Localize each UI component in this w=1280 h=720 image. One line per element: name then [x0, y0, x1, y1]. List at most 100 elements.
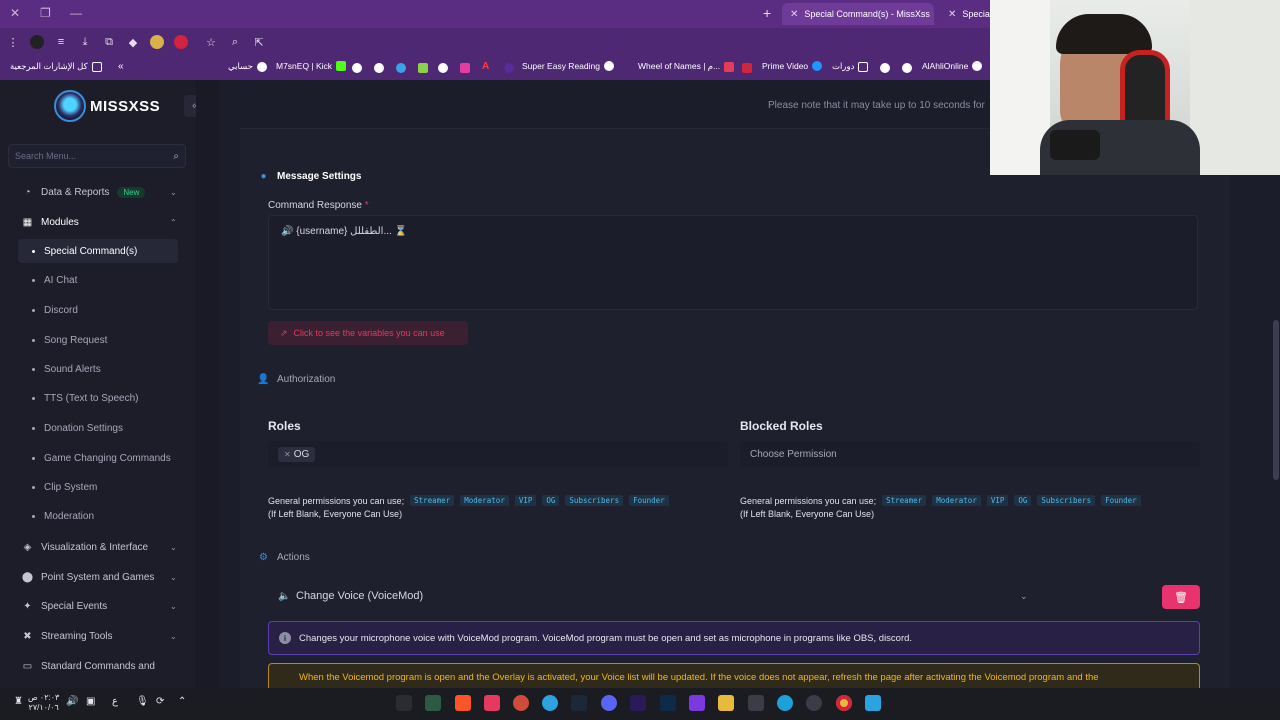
- perm-tag-subscribers[interactable]: Subscribers: [1037, 495, 1096, 506]
- sidebar-item-special-events[interactable]: ✦ Special Events ⌄: [0, 594, 196, 618]
- bookmark-account[interactable]: حسابي: [228, 61, 267, 72]
- bookmark-kick[interactable]: M7snEQ | Kick: [276, 61, 347, 71]
- sidebar-subitem-tts[interactable]: TTS (Text to Speech): [18, 386, 178, 410]
- download-arrow-icon[interactable]: [418, 63, 428, 73]
- taskbar-store-icon[interactable]: [748, 695, 764, 711]
- perm-tag-moderator[interactable]: Moderator: [460, 495, 509, 506]
- share-icon[interactable]: ⇱: [252, 35, 266, 49]
- globe-icon[interactable]: [880, 63, 890, 73]
- sync-icon[interactable]: ⟳: [156, 696, 164, 707]
- delete-action-button[interactable]: 🗑: [1162, 585, 1200, 609]
- blocked-roles-select[interactable]: Choose Permission: [740, 441, 1200, 467]
- taskbar-discord-icon[interactable]: [601, 695, 617, 711]
- taskbar-app-icon[interactable]: [806, 695, 822, 711]
- bookmark-courses[interactable]: دورات: [832, 61, 869, 72]
- sidebar-subitem-discord[interactable]: Discord: [18, 298, 178, 322]
- chevron-down-icon[interactable]: ⌄: [1020, 591, 1028, 602]
- download-icon[interactable]: ⤓: [78, 35, 92, 49]
- video-icon[interactable]: [742, 63, 752, 73]
- minimize-window-icon[interactable]: —: [70, 6, 82, 20]
- sidebar-subitem-moderation[interactable]: Moderation: [18, 504, 178, 528]
- taskbar-edge-icon[interactable]: [777, 695, 793, 711]
- taskbar-excel-icon[interactable]: [425, 695, 441, 711]
- image-icon[interactable]: [460, 63, 470, 73]
- perm-tag-founder[interactable]: Founder: [1101, 495, 1141, 506]
- menu-dots-icon[interactable]: ⋮: [6, 35, 20, 49]
- remove-chip-icon[interactable]: ✕: [284, 450, 291, 459]
- volume-icon[interactable]: 🔊: [66, 696, 78, 707]
- perm-tag-subscribers[interactable]: Subscribers: [565, 495, 624, 506]
- perm-tag-vip[interactable]: VIP: [514, 495, 537, 506]
- input-language[interactable]: ع: [112, 696, 118, 707]
- taskbar-telegram-icon[interactable]: [542, 695, 558, 711]
- network-icon[interactable]: ♜: [14, 696, 23, 707]
- extension-icon[interactable]: [174, 35, 188, 49]
- tab-special-commands[interactable]: ✕ Special Command(s) - MissXss: [782, 3, 934, 25]
- taskbar-app-icon[interactable]: [513, 695, 529, 711]
- search-input[interactable]: [15, 151, 174, 161]
- bookmark-alahli[interactable]: AlAhliOnline: [922, 61, 983, 71]
- role-chip-og[interactable]: ✕ OG: [278, 446, 316, 462]
- perm-tag-streamer[interactable]: Streamer: [410, 495, 455, 506]
- taskbar-brave-icon[interactable]: [455, 695, 471, 711]
- globe-icon[interactable]: [902, 63, 912, 73]
- perm-tag-og[interactable]: OG: [1014, 495, 1032, 506]
- letter-a-icon[interactable]: A: [482, 61, 489, 72]
- taskbar-windows-icon[interactable]: [865, 695, 881, 711]
- sidebar-item-point-system[interactable]: ⬤ Point System and Games ⌄: [0, 565, 196, 589]
- reading-list-icon[interactable]: ≡: [54, 35, 68, 49]
- perm-tag-moderator[interactable]: Moderator: [932, 495, 981, 506]
- sidebar-subitem-clip-system[interactable]: Clip System: [18, 475, 178, 499]
- sidebar-item-standard-commands[interactable]: ▭ Standard Commands and: [0, 654, 196, 678]
- sidebar-subitem-special-commands[interactable]: Special Command(s): [18, 239, 178, 263]
- bookmark-wheel-of-names[interactable]: Wheel of Names | م...: [638, 61, 735, 72]
- extension-icon[interactable]: [30, 35, 44, 49]
- sidebar-subitem-donation-settings[interactable]: Donation Settings: [18, 416, 178, 440]
- globe-icon[interactable]: [352, 63, 362, 73]
- perm-tag-founder[interactable]: Founder: [629, 495, 669, 506]
- close-tab-icon[interactable]: ✕: [790, 9, 798, 20]
- edge-icon[interactable]: [396, 63, 406, 73]
- taskbar-premiere-icon[interactable]: [630, 695, 646, 711]
- diamond-icon[interactable]: ◆: [126, 35, 140, 49]
- taskbar-chrome-icon[interactable]: [836, 695, 852, 711]
- sidebar-subitem-sound-alerts[interactable]: Sound Alerts: [18, 357, 178, 381]
- roles-select[interactable]: ✕ OG: [268, 441, 728, 467]
- circle-icon[interactable]: [504, 63, 514, 73]
- bookmark-super-easy-reading[interactable]: Super Easy Reading: [522, 61, 614, 71]
- chevron-left-icon[interactable]: «: [118, 61, 124, 72]
- close-tab-icon[interactable]: ✕: [948, 9, 956, 20]
- new-tab-icon[interactable]: +: [763, 5, 771, 21]
- taskbar-folder-icon[interactable]: [718, 695, 734, 711]
- display-icon[interactable]: ▣: [86, 696, 95, 707]
- globe-icon[interactable]: [374, 63, 384, 73]
- action-change-voice[interactable]: 🔈 Change Voice (VoiceMod) ⌄: [268, 579, 1038, 613]
- bookmark-star-icon[interactable]: ☆: [204, 35, 218, 49]
- scrollbar-thumb[interactable]: [1273, 320, 1279, 480]
- sidebar-subitem-ai-chat[interactable]: AI Chat: [18, 268, 178, 292]
- zoom-icon[interactable]: ⌕: [228, 35, 242, 49]
- perm-tag-streamer[interactable]: Streamer: [882, 495, 927, 506]
- puzzle-icon[interactable]: ⧉: [102, 35, 116, 49]
- sidebar-item-modules[interactable]: ▦ Modules ⌃: [0, 210, 196, 234]
- microphone-icon[interactable]: 🎙: [136, 696, 149, 707]
- taskbar-terminal-icon[interactable]: [396, 695, 412, 711]
- chevron-up-icon[interactable]: ⌃: [178, 696, 186, 707]
- extension-icon[interactable]: [150, 35, 164, 49]
- perm-tag-og[interactable]: OG: [542, 495, 560, 506]
- sidebar-subitem-song-request[interactable]: Song Request: [18, 328, 178, 352]
- sidebar-item-visualization[interactable]: ◈ Visualization & Interface ⌄: [0, 535, 196, 559]
- taskbar-app-icon[interactable]: [484, 695, 500, 711]
- bookmark-prime-video[interactable]: Prime Video: [762, 61, 823, 71]
- search-icon[interactable]: ⌕: [173, 151, 179, 162]
- brand-logo[interactable]: MISSXSS: [54, 90, 160, 122]
- taskbar-steam-icon[interactable]: [571, 695, 587, 711]
- taskbar-clock[interactable]: ٠٢:٠٣ ص ٢٧/١٠/٠٦: [28, 693, 59, 713]
- perm-tag-vip[interactable]: VIP: [986, 495, 1009, 506]
- sidebar-item-streaming-tools[interactable]: ✖ Streaming Tools ⌄: [0, 624, 196, 648]
- sidebar-item-data-reports[interactable]: ◔ Data & Reports New ⌄: [0, 180, 196, 204]
- command-response-textarea[interactable]: 🔊 {username} الطفللل... ⌛: [268, 215, 1198, 310]
- variables-button[interactable]: ⇗ Click to see the variables you can use: [268, 321, 468, 345]
- taskbar-app-icon[interactable]: [689, 695, 705, 711]
- taskbar-photoshop-icon[interactable]: [660, 695, 676, 711]
